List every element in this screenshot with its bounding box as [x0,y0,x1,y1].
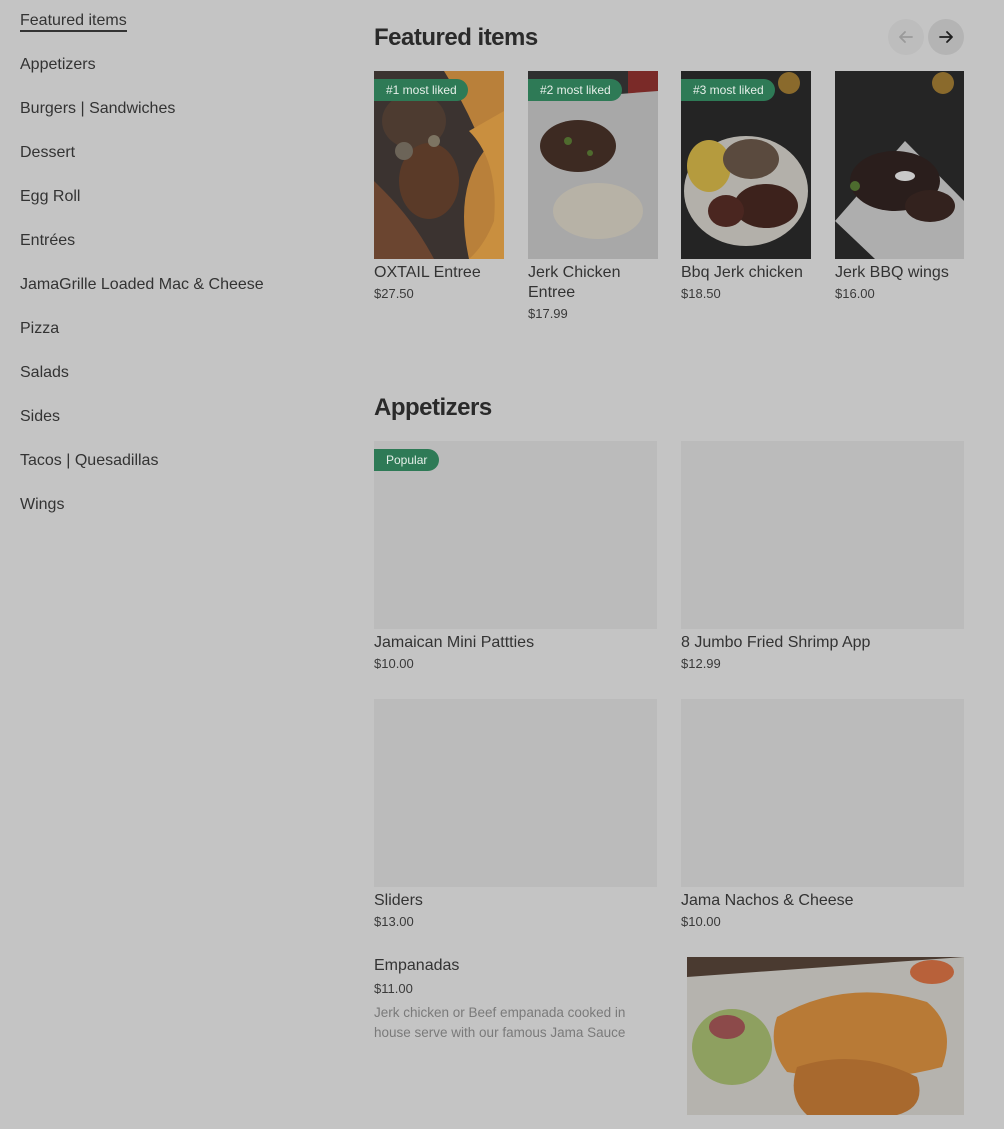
rank-badge: #1 most liked [374,79,468,101]
arrow-left-icon [899,31,913,43]
image-placeholder [681,441,964,629]
item-price: $18.50 [681,286,721,301]
item-price: $13.00 [374,914,414,929]
sidebar-item-sides[interactable]: Sides [20,404,320,448]
item-price: $17.99 [528,306,568,321]
arrow-right-icon [939,31,953,43]
food-image [835,71,964,259]
sidebar-item-egg-roll[interactable]: Egg Roll [20,184,320,228]
item-price: $10.00 [681,914,721,929]
menu-item-card[interactable]: Popular Jamaican Mini Pattties $10.00 [374,441,657,671]
item-price: $10.00 [374,656,414,671]
sidebar-item-wings[interactable]: Wings [20,492,320,536]
sidebar-item-dessert[interactable]: Dessert [20,140,320,184]
item-name: Bbq Jerk chicken [681,264,803,281]
item-name: Jama Nachos & Cheese [681,892,854,909]
appetizers-section-title: Appetizers [374,394,492,421]
sidebar-item-entrees[interactable]: Entrées [20,228,320,272]
image-placeholder [681,699,964,887]
sidebar-item-pizza[interactable]: Pizza [20,316,320,360]
sidebar-item-label: Featured items [20,12,127,32]
featured-item-card[interactable]: #2 most liked Jerk Chicken Entree $17.99 [528,71,658,321]
sidebar-item-appetizers[interactable]: Appetizers [20,52,320,96]
menu-item-card[interactable]: Sliders $13.00 [374,699,657,929]
sidebar-item-label: Pizza [20,320,60,337]
sidebar-item-label: Egg Roll [20,188,81,205]
item-name: Jerk Chicken Entree [528,264,621,301]
food-image[interactable] [687,957,964,1115]
sidebar-item-salads[interactable]: Salads [20,360,320,404]
featured-item-card[interactable]: #3 most liked Bbq Jerk chicken $18.50 [681,71,811,301]
item-price: $16.00 [835,286,875,301]
item-description: Jerk chicken or Beef empanada cooked in … [374,1005,626,1040]
featured-item-card[interactable]: #1 most liked OXTAIL Entree $27.50 [374,71,504,301]
sidebar-item-burgers-sandwiches[interactable]: Burgers | Sandwiches [20,96,320,140]
image-placeholder [374,699,657,887]
sidebar-item-label: Wings [20,496,65,513]
image-placeholder: Popular [374,441,657,629]
item-name: Jerk BBQ wings [835,264,949,281]
item-price: $11.00 [374,981,413,996]
item-name: OXTAIL Entree [374,264,481,281]
rank-badge: #2 most liked [528,79,622,101]
featured-item-card[interactable]: Jerk BBQ wings $16.00 [835,71,964,301]
sidebar-item-label: JamaGrille Loaded Mac & Cheese [20,276,264,293]
menu-item-card[interactable]: 8 Jumbo Fried Shrimp App $12.99 [681,441,964,671]
item-price: $27.50 [374,286,414,301]
carousel-prev-button[interactable] [888,19,924,55]
food-image: #3 most liked [681,71,811,259]
menu-item-row[interactable]: Empanadas $11.00 Jerk chicken or Beef em… [374,956,654,1043]
carousel-next-button[interactable] [928,19,964,55]
sidebar-item-label: Tacos | Quesadillas [20,452,159,469]
category-sidebar: Featured items Appetizers Burgers | Sand… [20,8,320,536]
sidebar-item-label: Dessert [20,144,76,161]
item-name: Empanadas [374,957,460,974]
item-price: $12.99 [681,656,721,671]
featured-section-title: Featured items [374,24,538,51]
sidebar-item-label: Appetizers [20,56,96,73]
sidebar-item-label: Salads [20,364,69,381]
sidebar-item-label: Entrées [20,232,76,249]
item-name: 8 Jumbo Fried Shrimp App [681,634,871,651]
item-name: Sliders [374,892,423,909]
sidebar-item-mac-cheese[interactable]: JamaGrille Loaded Mac & Cheese [20,272,320,316]
sidebar-item-label: Burgers | Sandwiches [20,100,176,117]
popular-badge: Popular [374,449,440,471]
food-image: #2 most liked [528,71,658,259]
sidebar-item-label: Sides [20,408,61,425]
food-image: #1 most liked [374,71,504,259]
item-name: Jamaican Mini Pattties [374,634,535,651]
sidebar-item-featured-items[interactable]: Featured items [20,8,320,52]
menu-item-card[interactable]: Jama Nachos & Cheese $10.00 [681,699,964,929]
sidebar-item-tacos-quesadillas[interactable]: Tacos | Quesadillas [20,448,320,492]
rank-badge: #3 most liked [681,79,775,101]
